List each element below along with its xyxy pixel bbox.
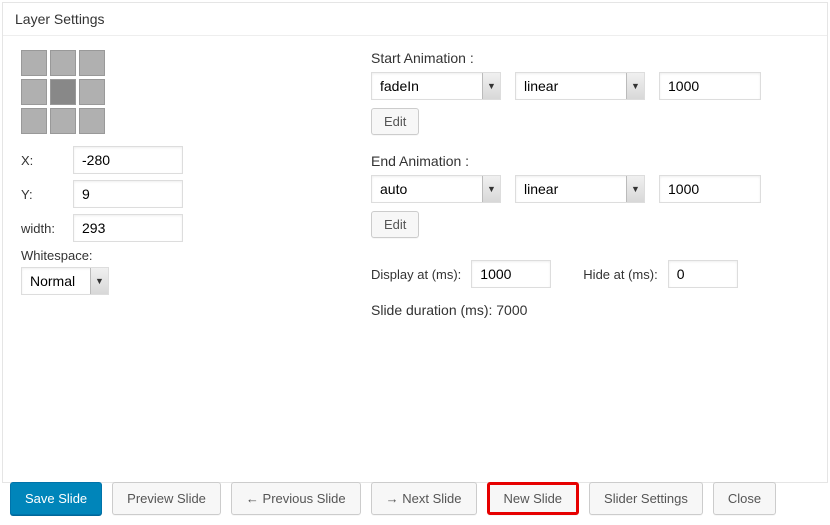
align-top-center[interactable] — [50, 50, 76, 76]
x-label: X: — [21, 153, 73, 168]
width-label: width: — [21, 221, 73, 236]
previous-slide-button[interactable]: ← Previous Slide — [231, 482, 361, 515]
align-bottom-center[interactable] — [50, 108, 76, 134]
y-label: Y: — [21, 187, 73, 202]
panel-title: Layer Settings — [3, 3, 827, 36]
end-edit-button[interactable]: Edit — [371, 211, 419, 238]
next-slide-button[interactable]: → Next Slide — [371, 482, 477, 515]
close-button[interactable]: Close — [713, 482, 776, 515]
align-middle-right[interactable] — [79, 79, 105, 105]
new-slide-button[interactable]: New Slide — [487, 482, 580, 515]
save-slide-button[interactable]: Save Slide — [10, 482, 102, 515]
align-top-right[interactable] — [79, 50, 105, 76]
slide-duration-text: Slide duration (ms): 7000 — [371, 302, 809, 318]
start-edit-button[interactable]: Edit — [371, 108, 419, 135]
end-effect-select[interactable]: auto — [371, 175, 501, 203]
align-bottom-right[interactable] — [79, 108, 105, 134]
whitespace-select[interactable]: Normal — [21, 267, 109, 295]
align-bottom-left[interactable] — [21, 108, 47, 134]
end-duration-input[interactable] — [659, 175, 761, 203]
footer-toolbar: Save Slide Preview Slide ← Previous Slid… — [0, 472, 830, 525]
width-input[interactable] — [73, 214, 183, 242]
y-input[interactable] — [73, 180, 183, 208]
layer-settings-panel: Layer Settings X: Y: — [2, 2, 828, 483]
align-middle-center[interactable] — [50, 79, 76, 105]
hide-at-label: Hide at (ms): — [583, 267, 657, 282]
start-effect-select[interactable]: fadeIn — [371, 72, 501, 100]
start-animation-label: Start Animation : — [371, 50, 809, 66]
align-middle-left[interactable] — [21, 79, 47, 105]
slider-settings-button[interactable]: Slider Settings — [589, 482, 703, 515]
align-top-left[interactable] — [21, 50, 47, 76]
display-at-label: Display at (ms): — [371, 267, 461, 282]
display-at-input[interactable] — [471, 260, 551, 288]
start-duration-input[interactable] — [659, 72, 761, 100]
end-animation-label: End Animation : — [371, 153, 809, 169]
end-easing-select[interactable]: linear — [515, 175, 645, 203]
preview-slide-button[interactable]: Preview Slide — [112, 482, 221, 515]
x-input[interactable] — [73, 146, 183, 174]
whitespace-label: Whitespace: — [21, 248, 371, 263]
alignment-grid — [21, 50, 371, 134]
start-easing-select[interactable]: linear — [515, 72, 645, 100]
hide-at-input[interactable] — [668, 260, 738, 288]
left-column: X: Y: width: Whitespace: Normal ▼ — [21, 50, 371, 318]
right-column: Start Animation : fadeIn ▼ linear ▼ Edit — [371, 50, 809, 318]
